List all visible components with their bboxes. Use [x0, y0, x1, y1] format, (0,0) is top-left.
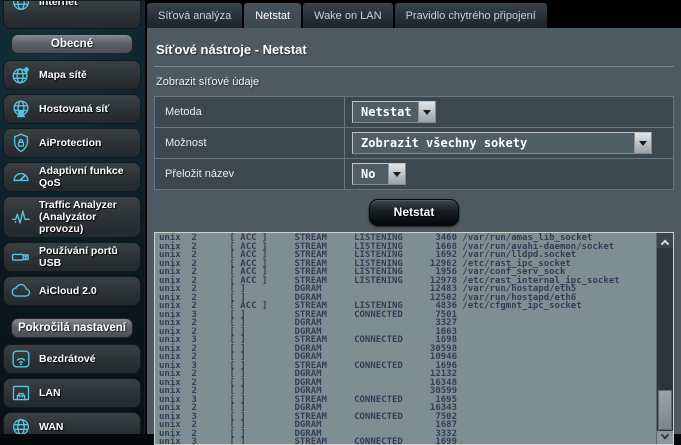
- sidebar-item-wan-globe[interactable]: WAN: [3, 412, 141, 434]
- scroll-up-button[interactable]: [657, 233, 673, 248]
- traffic-analyzer-icon: [9, 205, 33, 229]
- sidebar: Internet Obecné Mapa sítě Hostovaná síť AiP…: [0, 0, 145, 434]
- form-row: Možnost Zobrazit všechny sokety: [155, 128, 674, 159]
- sidebar-item-label: AiCloud 2.0: [39, 285, 97, 297]
- sidebar-section-header: Obecné: [11, 34, 133, 54]
- router-admin-window: Internet Obecné Mapa sítě Hostovaná síť AiP…: [0, 0, 681, 434]
- qos-gauge-icon: [9, 165, 33, 189]
- sidebar-item-shield-lock[interactable]: AiProtection: [3, 128, 141, 158]
- wan-globe-icon: [9, 415, 33, 434]
- sidebar-item-label: Traffic Analyzer (Analyzátor provozu): [39, 199, 135, 235]
- lan-port-icon: [9, 381, 33, 405]
- selected-value: Zobrazit všechny sokety: [353, 133, 535, 153]
- page-title: Síťové nástroje - Netstat: [154, 28, 674, 67]
- dropdown-arrow-icon: [634, 133, 651, 153]
- selected-value: No: [353, 164, 383, 184]
- field-label: Možnost: [155, 128, 345, 159]
- network-map-icon: [9, 63, 33, 87]
- sidebar-item-label: Hostovaná síť: [39, 103, 109, 115]
- method-select[interactable]: Netstat: [352, 101, 436, 123]
- sidebar-item-usb[interactable]: Používání portů USB: [3, 242, 141, 272]
- sidebar-item-label: Používání portů USB: [39, 245, 135, 269]
- settings-table: Metoda Netstat Možnost Zobrazit všechny sok…: [154, 96, 674, 190]
- sidebar-item-label: Internet: [39, 0, 78, 8]
- sidebar-item-label: LAN: [39, 387, 61, 399]
- tab-pravidlo-chytr-ho-p-ipojen-[interactable]: Pravidlo chytrého připojení: [395, 3, 547, 28]
- selected-value: Netstat: [353, 102, 418, 122]
- usb-icon: [9, 245, 33, 269]
- scroll-down-button[interactable]: [657, 431, 673, 444]
- sidebar-item-label: Adaptivní funkce QoS: [39, 165, 135, 189]
- tab-bar: Síťová analýzaNetstatWake on LANPravidlo…: [145, 0, 681, 28]
- sidebar-item-label: WAN: [39, 421, 64, 433]
- main-area: Síťová analýzaNetstatWake on LANPravidlo…: [145, 0, 681, 434]
- field-label: Metoda: [155, 97, 345, 128]
- netstat-submit-button[interactable]: Netstat: [369, 199, 460, 226]
- sidebar-item-network-map[interactable]: Mapa sítě: [3, 60, 141, 90]
- sidebar-item-qos-gauge[interactable]: Adaptivní funkce QoS: [3, 162, 141, 192]
- chevron-up-icon: [661, 239, 669, 247]
- sidebar-item-traffic-analyzer[interactable]: Traffic Analyzer (Analyzátor provozu): [3, 196, 141, 238]
- output-scrollbar-track[interactable]: [656, 233, 673, 444]
- sidebar-item-internet[interactable]: Internet: [3, 0, 141, 29]
- internet-icon: [9, 0, 33, 14]
- wireless-icon: [9, 347, 33, 371]
- dropdown-arrow-icon: [388, 164, 405, 184]
- sidebar-section-header: Pokročilá nastavení: [11, 318, 133, 338]
- tab-netstat[interactable]: Netstat: [244, 3, 301, 28]
- sidebar-item-label: Mapa sítě: [39, 69, 87, 81]
- netstat-output-text: unix 2 [ ACC ] STREAM LISTENING 3460 /va…: [155, 233, 656, 445]
- guest-network-icon: [9, 97, 33, 121]
- sidebar-item-guest-network[interactable]: Hostovaná síť: [3, 94, 141, 124]
- sidebar-item-cloud[interactable]: AiCloud 2.0: [3, 276, 141, 306]
- dropdown-arrow-icon: [418, 102, 435, 122]
- sidebar-item-label: Bezdrátové: [39, 353, 96, 365]
- sidebar-item-lan-port[interactable]: LAN: [3, 378, 141, 408]
- netstat-output-box[interactable]: unix 2 [ ACC ] STREAM LISTENING 3460 /va…: [154, 232, 674, 445]
- field-label: Přeložit název: [155, 159, 345, 190]
- tab-wake-on-lan[interactable]: Wake on LAN: [303, 3, 392, 28]
- content-panel: Síťové nástroje - Netstat Zobrazit síťov…: [147, 28, 681, 434]
- translate-name-select[interactable]: No: [352, 163, 406, 185]
- option-select[interactable]: Zobrazit všechny sokety: [352, 132, 652, 154]
- tab-s-ov-anal-za[interactable]: Síťová analýza: [147, 3, 242, 28]
- cloud-icon: [9, 279, 33, 303]
- chevron-down-icon: [661, 430, 669, 438]
- section-label: Zobrazit síťové údaje: [156, 76, 674, 88]
- scrollbar-thumb[interactable]: [658, 390, 672, 430]
- form-row: Přeložit název No: [155, 159, 674, 190]
- shield-lock-icon: [9, 131, 33, 155]
- form-row: Metoda Netstat: [155, 97, 674, 128]
- sidebar-item-label: AiProtection: [39, 137, 101, 149]
- sidebar-item-wireless[interactable]: Bezdrátové: [3, 344, 141, 374]
